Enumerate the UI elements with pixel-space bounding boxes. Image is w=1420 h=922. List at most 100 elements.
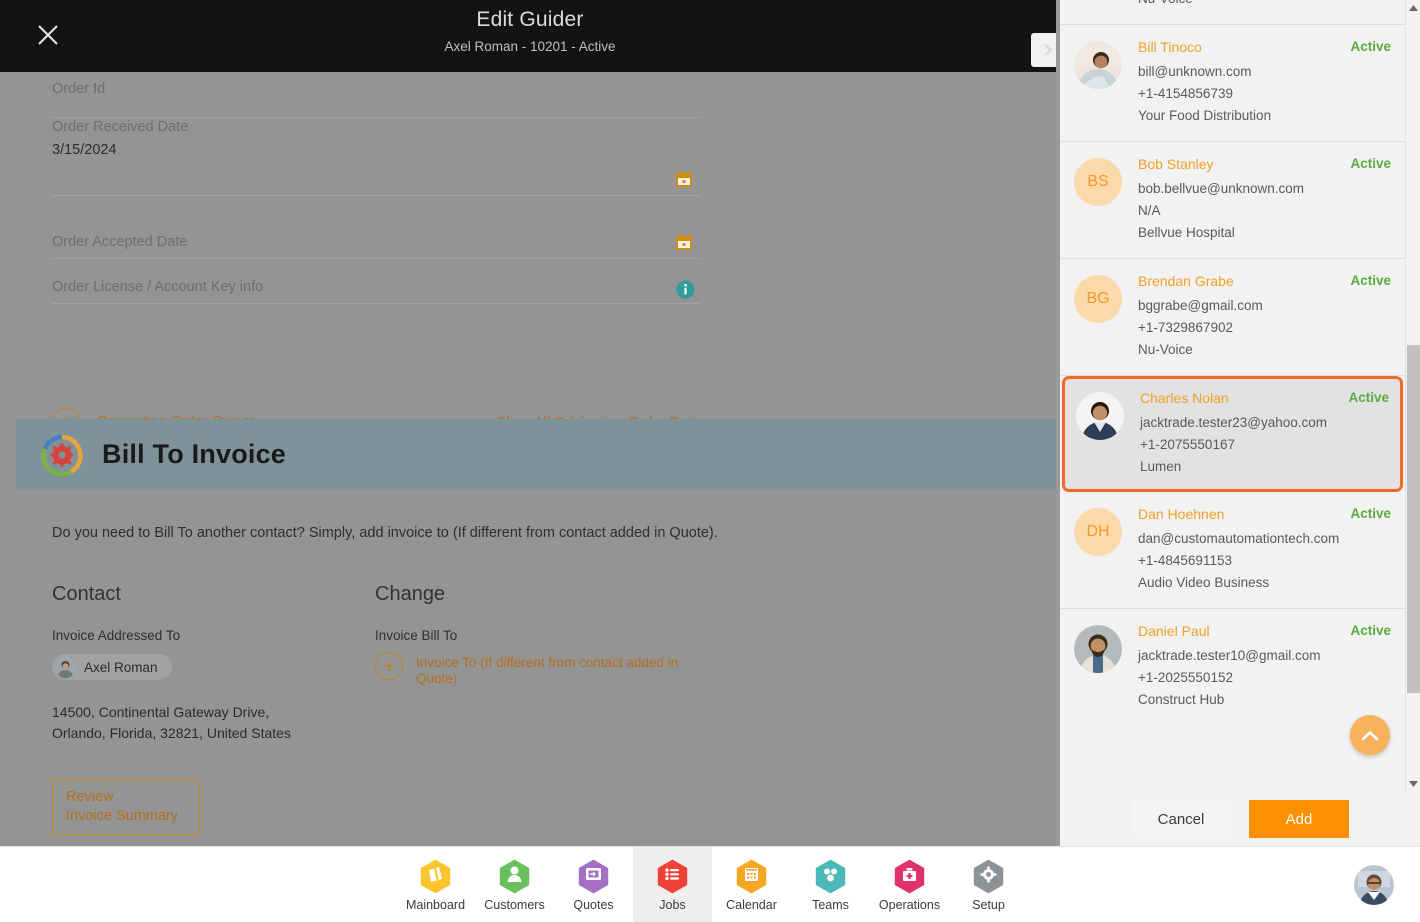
nav-item-mainboard[interactable]: Mainboard bbox=[396, 847, 475, 922]
contact-detail-line: +1-2025550152 bbox=[1138, 670, 1233, 685]
contact-detail-line: +1-4845691153 bbox=[1138, 553, 1232, 568]
contact-detail-line: Nu-Voice bbox=[1138, 0, 1391, 10]
order-license-label: Order License / Account Key info bbox=[52, 279, 264, 295]
app-root: Edit Guider Axel Roman - 10201 - Active … bbox=[0, 0, 1420, 922]
contact-info: Brendan Grabe Active bggrabe@gmail.com +1… bbox=[1138, 273, 1391, 361]
nav-item-jobs[interactable]: Jobs bbox=[633, 847, 712, 922]
contact-list-item[interactable]: bpalms@nu-voice.comN/ANu-Voice bbox=[1060, 0, 1405, 25]
panel-scrollbar[interactable] bbox=[1405, 0, 1420, 792]
contact-name[interactable]: Dan Hoehnen bbox=[1138, 506, 1224, 522]
contact-list-item[interactable]: BG Brendan Grabe Active bggrabe@gmail.co… bbox=[1060, 259, 1405, 376]
order-accepted-date-field[interactable]: Order Accepted Date bbox=[52, 196, 700, 259]
calendar-icon bbox=[736, 859, 767, 894]
nav-item-label: Jobs bbox=[659, 897, 686, 912]
order-id-label: Order Id bbox=[52, 81, 106, 97]
status-badge: Active bbox=[1348, 390, 1389, 405]
add-button[interactable]: Add bbox=[1249, 800, 1349, 838]
change-column-heading: Change bbox=[375, 583, 446, 605]
gear-cycle-icon bbox=[40, 433, 84, 477]
operations-icon bbox=[894, 859, 925, 894]
scrollbar-thumb[interactable] bbox=[1407, 345, 1420, 693]
teams-icon bbox=[815, 859, 846, 894]
invoice-bill-to-label: Invoice Bill To bbox=[375, 628, 458, 643]
status-badge: Active bbox=[1350, 623, 1391, 638]
nav-item-quotes[interactable]: Quotes bbox=[554, 847, 633, 922]
bill-to-invoice-help-text: Do you need to Bill To another contact? … bbox=[52, 525, 718, 541]
add-invoice-to-button[interactable]: + Invoice To (If different from contact … bbox=[375, 652, 705, 687]
order-received-date-field[interactable]: Order Received Date 3/15/2024 bbox=[52, 118, 700, 196]
avatar-initials: BG bbox=[1074, 275, 1122, 323]
status-badge: Active bbox=[1350, 39, 1391, 54]
avatar bbox=[55, 656, 76, 678]
contact-name[interactable]: Brendan Grabe bbox=[1138, 273, 1234, 289]
status-badge: Active bbox=[1350, 156, 1391, 171]
contact-detail-line: +1-7329867902 bbox=[1138, 320, 1233, 335]
page-title: Edit Guider bbox=[476, 8, 584, 31]
invoice-addressed-to-label: Invoice Addressed To bbox=[52, 628, 181, 643]
review-button-line-2: Invoice Summary bbox=[66, 808, 179, 824]
contact-list-item[interactable]: BS Bob Stanley Active bob.bellvue@unknow… bbox=[1060, 142, 1405, 259]
nav-item-customers[interactable]: Customers bbox=[475, 847, 554, 922]
order-license-field[interactable]: Order License / Account Key info bbox=[52, 259, 700, 304]
add-invoice-to-label: Invoice To (If different from contact ad… bbox=[416, 655, 679, 686]
cancel-button[interactable]: Cancel bbox=[1131, 800, 1231, 838]
avatar bbox=[1074, 625, 1122, 673]
avatar bbox=[1074, 41, 1122, 89]
contact-name[interactable]: Bob Stanley bbox=[1138, 156, 1214, 172]
contact-list-item[interactable]: Daniel Paul Active jacktrade.tester10@gm… bbox=[1060, 609, 1405, 722]
scroll-up-arrow-icon[interactable] bbox=[1406, 0, 1420, 16]
chevron-up-icon bbox=[1361, 730, 1379, 740]
review-button-line-1: Review bbox=[66, 789, 114, 805]
mainboard-icon bbox=[420, 859, 451, 894]
invoice-contact-name: Axel Roman bbox=[84, 659, 158, 675]
contact-detail-line: jacktrade.tester10@gmail.com bbox=[1138, 648, 1321, 663]
plus-icon[interactable]: + bbox=[375, 652, 403, 680]
invoice-contact-chip[interactable]: Axel Roman bbox=[52, 654, 172, 680]
avatar bbox=[1076, 392, 1124, 440]
nav-item-teams[interactable]: Teams bbox=[791, 847, 870, 922]
nav-item-calendar[interactable]: Calendar bbox=[712, 847, 791, 922]
nav-item-label: Quotes bbox=[573, 897, 614, 912]
calendar-icon[interactable] bbox=[675, 170, 693, 188]
nav-item-label: Mainboard bbox=[405, 897, 466, 912]
contact-detail-line: +1-4154856739 bbox=[1138, 86, 1233, 101]
page-subtitle: Axel Roman - 10201 - Active bbox=[444, 39, 616, 54]
contact-detail-line: Lumen bbox=[1140, 459, 1182, 474]
user-avatar[interactable] bbox=[1354, 865, 1394, 905]
order-id-field[interactable]: Order Id bbox=[52, 80, 700, 118]
contact-name[interactable]: Charles Nolan bbox=[1140, 390, 1229, 406]
review-invoice-summary-button[interactable]: Review Invoice Summary bbox=[52, 778, 200, 836]
scroll-down-arrow-icon[interactable] bbox=[1406, 776, 1420, 792]
contact-detail-line: N/A bbox=[1138, 203, 1161, 218]
bottom-navigation: Mainboard Customers Quotes Jobs Calendar… bbox=[0, 846, 1420, 922]
nav-item-operations[interactable]: Operations bbox=[870, 847, 949, 922]
avatar-initials: BS bbox=[1074, 158, 1122, 206]
contact-name[interactable]: Bill Tinoco bbox=[1138, 39, 1202, 55]
contact-list-item[interactable]: DH Dan Hoehnen Active dan@customautomati… bbox=[1060, 492, 1405, 609]
jobs-icon bbox=[657, 859, 688, 894]
address-line-2: Orlando, Florida, 32821, United States bbox=[52, 725, 291, 741]
contact-detail-line: Bellvue Hospital bbox=[1138, 225, 1235, 240]
contact-picker-panel: bpalms@nu-voice.comN/ANu-Voice Bill Tino… bbox=[1060, 0, 1420, 846]
contact-detail-line: +1-2075550167 bbox=[1140, 437, 1235, 452]
scroll-to-top-button[interactable] bbox=[1350, 715, 1390, 755]
contact-name[interactable]: Daniel Paul bbox=[1138, 623, 1210, 639]
invoice-address: 14500, Continental Gateway Drive, Orland… bbox=[52, 702, 291, 744]
order-received-date-label: Order Received Date bbox=[52, 119, 189, 135]
customers-icon bbox=[499, 859, 530, 894]
contact-detail-line: bill@unknown.com bbox=[1138, 64, 1252, 79]
contact-info: Bill Tinoco Active bill@unknown.com +1-41… bbox=[1138, 39, 1391, 127]
contact-list[interactable]: bpalms@nu-voice.comN/ANu-Voice Bill Tino… bbox=[1060, 0, 1405, 722]
contact-info: Bob Stanley Active bob.bellvue@unknown.c… bbox=[1138, 156, 1391, 244]
nav-items: Mainboard Customers Quotes Jobs Calendar… bbox=[396, 847, 1028, 922]
contact-detail-line: Audio Video Business bbox=[1138, 575, 1270, 590]
contact-detail-line: Construct Hub bbox=[1138, 692, 1225, 707]
nav-item-setup[interactable]: Setup bbox=[949, 847, 1028, 922]
info-icon[interactable] bbox=[676, 280, 695, 299]
contact-list-item-selected[interactable]: Charles Nolan Active jacktrade.tester23@… bbox=[1062, 376, 1403, 492]
contact-detail-line: Nu-Voice bbox=[1138, 342, 1193, 357]
bill-to-invoice-title: Bill To Invoice bbox=[102, 439, 287, 469]
modal-header: Edit Guider Axel Roman - 10201 - Active bbox=[0, 0, 1060, 72]
contact-list-item[interactable]: Bill Tinoco Active bill@unknown.com +1-41… bbox=[1060, 25, 1405, 142]
calendar-icon[interactable] bbox=[675, 233, 693, 251]
